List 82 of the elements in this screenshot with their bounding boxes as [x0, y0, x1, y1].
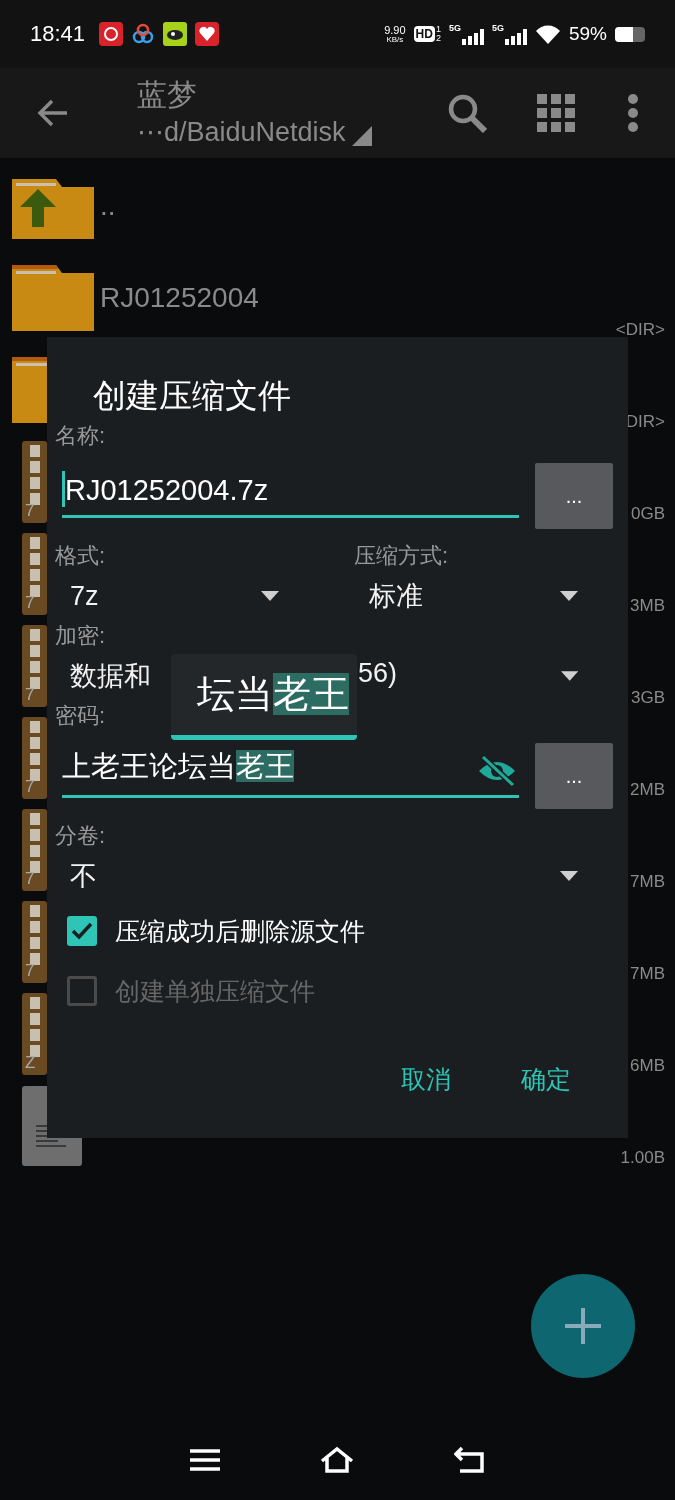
dropdown[interactable]: 不: [55, 851, 613, 901]
signal-icon: [504, 28, 527, 45]
signal-icon: [461, 28, 484, 45]
archive-icon: [22, 993, 47, 1075]
battery-percent: 59%: [568, 23, 607, 45]
cancel-button[interactable]: 取消: [401, 1063, 451, 1096]
checkbox-label: 压缩成功后删除源文件: [115, 915, 365, 947]
network-type: 5G: [448, 23, 461, 33]
browse-button[interactable]: ...: [535, 743, 613, 809]
file-size: 3GB: [630, 688, 665, 708]
grid-view-icon[interactable]: [537, 94, 575, 132]
search-icon[interactable]: [447, 93, 487, 133]
caret-icon: [261, 591, 279, 601]
toolbar-title: 蓝梦: [137, 77, 198, 113]
menu-icon[interactable]: [189, 1448, 220, 1472]
clock-time: 18:41: [30, 21, 86, 47]
app-icon: [195, 22, 220, 46]
caret-icon: [560, 671, 578, 681]
sim-slot-number: 1: [435, 25, 441, 34]
home-icon[interactable]: [318, 1446, 355, 1474]
hd-badge: HD: [413, 26, 435, 42]
network-speed: 9.90: [384, 24, 406, 36]
more-menu-icon[interactable]: [627, 93, 639, 133]
field-label: 格式:: [55, 542, 106, 570]
archive-letter: 7: [25, 501, 35, 521]
app-icon: [163, 22, 188, 46]
text-magnifier: 坛当老王: [171, 654, 357, 740]
archive-letter: 7: [25, 593, 35, 613]
battery-icon: [615, 26, 645, 42]
checkbox[interactable]: [67, 916, 97, 946]
field-label: 加密:: [55, 622, 106, 650]
file-name[interactable]: RJ01252004: [100, 282, 259, 314]
file-size: 0GB: [630, 504, 665, 524]
field-label: 分卷:: [55, 822, 106, 850]
network-type: 5G: [491, 23, 504, 33]
dropdown-value[interactable]: 56): [358, 658, 398, 694]
app-icon: [131, 22, 156, 46]
folder-path: ⋯d/BaiduNetdisk: [137, 116, 346, 149]
file-size: 3MB: [630, 596, 665, 616]
folder-icon: [12, 265, 94, 331]
archive-letter: 7: [25, 869, 35, 889]
archive-icon: [22, 441, 47, 523]
file-size: <DIR>: [615, 320, 665, 340]
field-label: 密码:: [55, 702, 106, 730]
dropdown-corner-icon[interactable]: [351, 126, 372, 146]
dialog-title: 创建压缩文件: [93, 376, 292, 416]
speed-unit: KB/s: [386, 35, 404, 44]
file-size: 6MB: [630, 1056, 665, 1076]
dropdown-value[interactable]: 数据和: [70, 658, 151, 694]
caret-icon: [560, 871, 578, 881]
file-name[interactable]: ..: [100, 190, 116, 222]
checkbox-label: 创建单独压缩文件: [115, 975, 315, 1007]
back-arrow-icon[interactable]: [37, 99, 69, 127]
archive-icon: [22, 901, 47, 983]
eye-off-icon[interactable]: [477, 755, 517, 787]
app-icon: [99, 22, 124, 46]
archive-icon: [22, 809, 47, 891]
checkmark-icon: [71, 922, 93, 940]
name-field[interactable]: RJ01252004.7z: [62, 451, 519, 518]
archive-letter: 7: [25, 961, 35, 981]
archive-letter: Z: [25, 1053, 36, 1073]
text-cursor: [62, 471, 65, 507]
caret-icon: [560, 591, 578, 601]
file-size: 7MB: [630, 964, 665, 984]
back-icon[interactable]: [453, 1446, 486, 1474]
archive-icon: [22, 717, 47, 799]
field-label: 名称:: [55, 422, 106, 450]
file-size: 7MB: [630, 872, 665, 892]
file-size: 1.00B: [620, 1148, 665, 1168]
archive-icon: [22, 625, 47, 707]
sim-slot-number: 2: [435, 34, 441, 43]
browse-button[interactable]: ...: [535, 463, 613, 529]
wifi-icon: [534, 24, 561, 44]
field-label: 压缩方式:: [354, 542, 449, 570]
plus-icon: [563, 1306, 603, 1346]
dropdown[interactable]: 7z: [55, 571, 314, 621]
archive-letter: 7: [25, 685, 35, 705]
archive-letter: 7: [25, 777, 35, 797]
archive-icon: [22, 533, 47, 615]
dropdown[interactable]: 标准: [354, 571, 613, 621]
file-size: 2MB: [630, 780, 665, 800]
ok-button[interactable]: 确定: [521, 1063, 571, 1096]
